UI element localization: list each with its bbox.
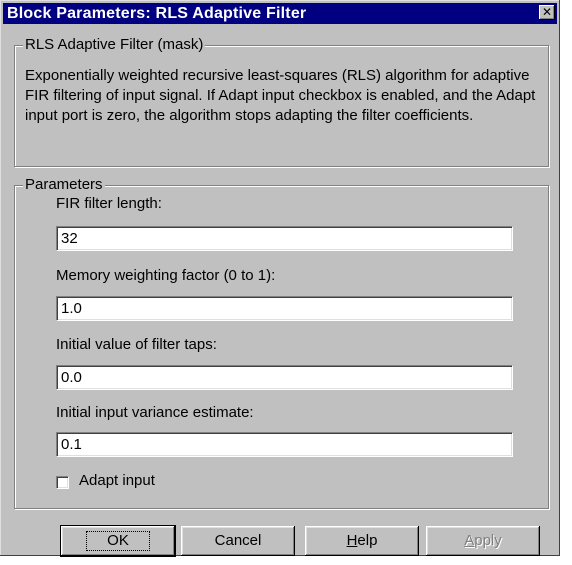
mask-groupbox: RLS Adaptive Filter (mask) Exponentially… [14, 36, 549, 167]
apply-button-label: Apply [464, 532, 502, 549]
help-button-label-rest: elp [357, 532, 378, 549]
parameters-group-legend: Parameters [23, 176, 105, 194]
cancel-button[interactable]: Cancel [181, 526, 295, 556]
help-button[interactable]: Help [305, 526, 419, 556]
parameters-groupbox: Parameters FIR filter length: Memory wei… [14, 176, 549, 509]
fir-filter-length-label: FIR filter length: [56, 195, 162, 212]
help-button-mnemonic: H [346, 532, 358, 549]
apply-button-label-rest: pply [474, 532, 502, 549]
mask-description: Exponentially weighted recursive least-s… [25, 67, 536, 124]
memory-weighting-factor-label: Memory weighting factor (0 to 1): [56, 267, 276, 284]
dialog-window: Block Parameters: RLS Adaptive Filter ✕ … [0, 0, 560, 556]
apply-button[interactable]: Apply [426, 526, 540, 556]
cancel-button-label: Cancel [214, 532, 262, 549]
window-title: Block Parameters: RLS Adaptive Filter [7, 5, 307, 22]
initial-input-variance-label: Initial input variance estimate: [56, 404, 254, 421]
close-icon: ✕ [541, 5, 553, 19]
initial-filter-taps-label: Initial value of filter taps: [56, 336, 217, 353]
initial-input-variance-input[interactable] [56, 432, 513, 457]
ok-button-label: OK [86, 531, 150, 551]
initial-filter-taps-input[interactable] [56, 365, 513, 390]
title-bar[interactable]: Block Parameters: RLS Adaptive Filter ✕ [3, 3, 557, 24]
ok-button[interactable]: OK [61, 526, 175, 556]
mask-group-legend: RLS Adaptive Filter (mask) [23, 36, 206, 54]
fir-filter-length-input[interactable] [56, 226, 513, 251]
close-button[interactable]: ✕ [539, 5, 555, 20]
apply-button-mnemonic: A [464, 532, 475, 549]
memory-weighting-factor-input[interactable] [56, 296, 513, 321]
adapt-input-label: Adapt input [79, 472, 155, 489]
help-button-label: Help [347, 532, 378, 549]
adapt-input-checkbox[interactable] [56, 476, 69, 489]
